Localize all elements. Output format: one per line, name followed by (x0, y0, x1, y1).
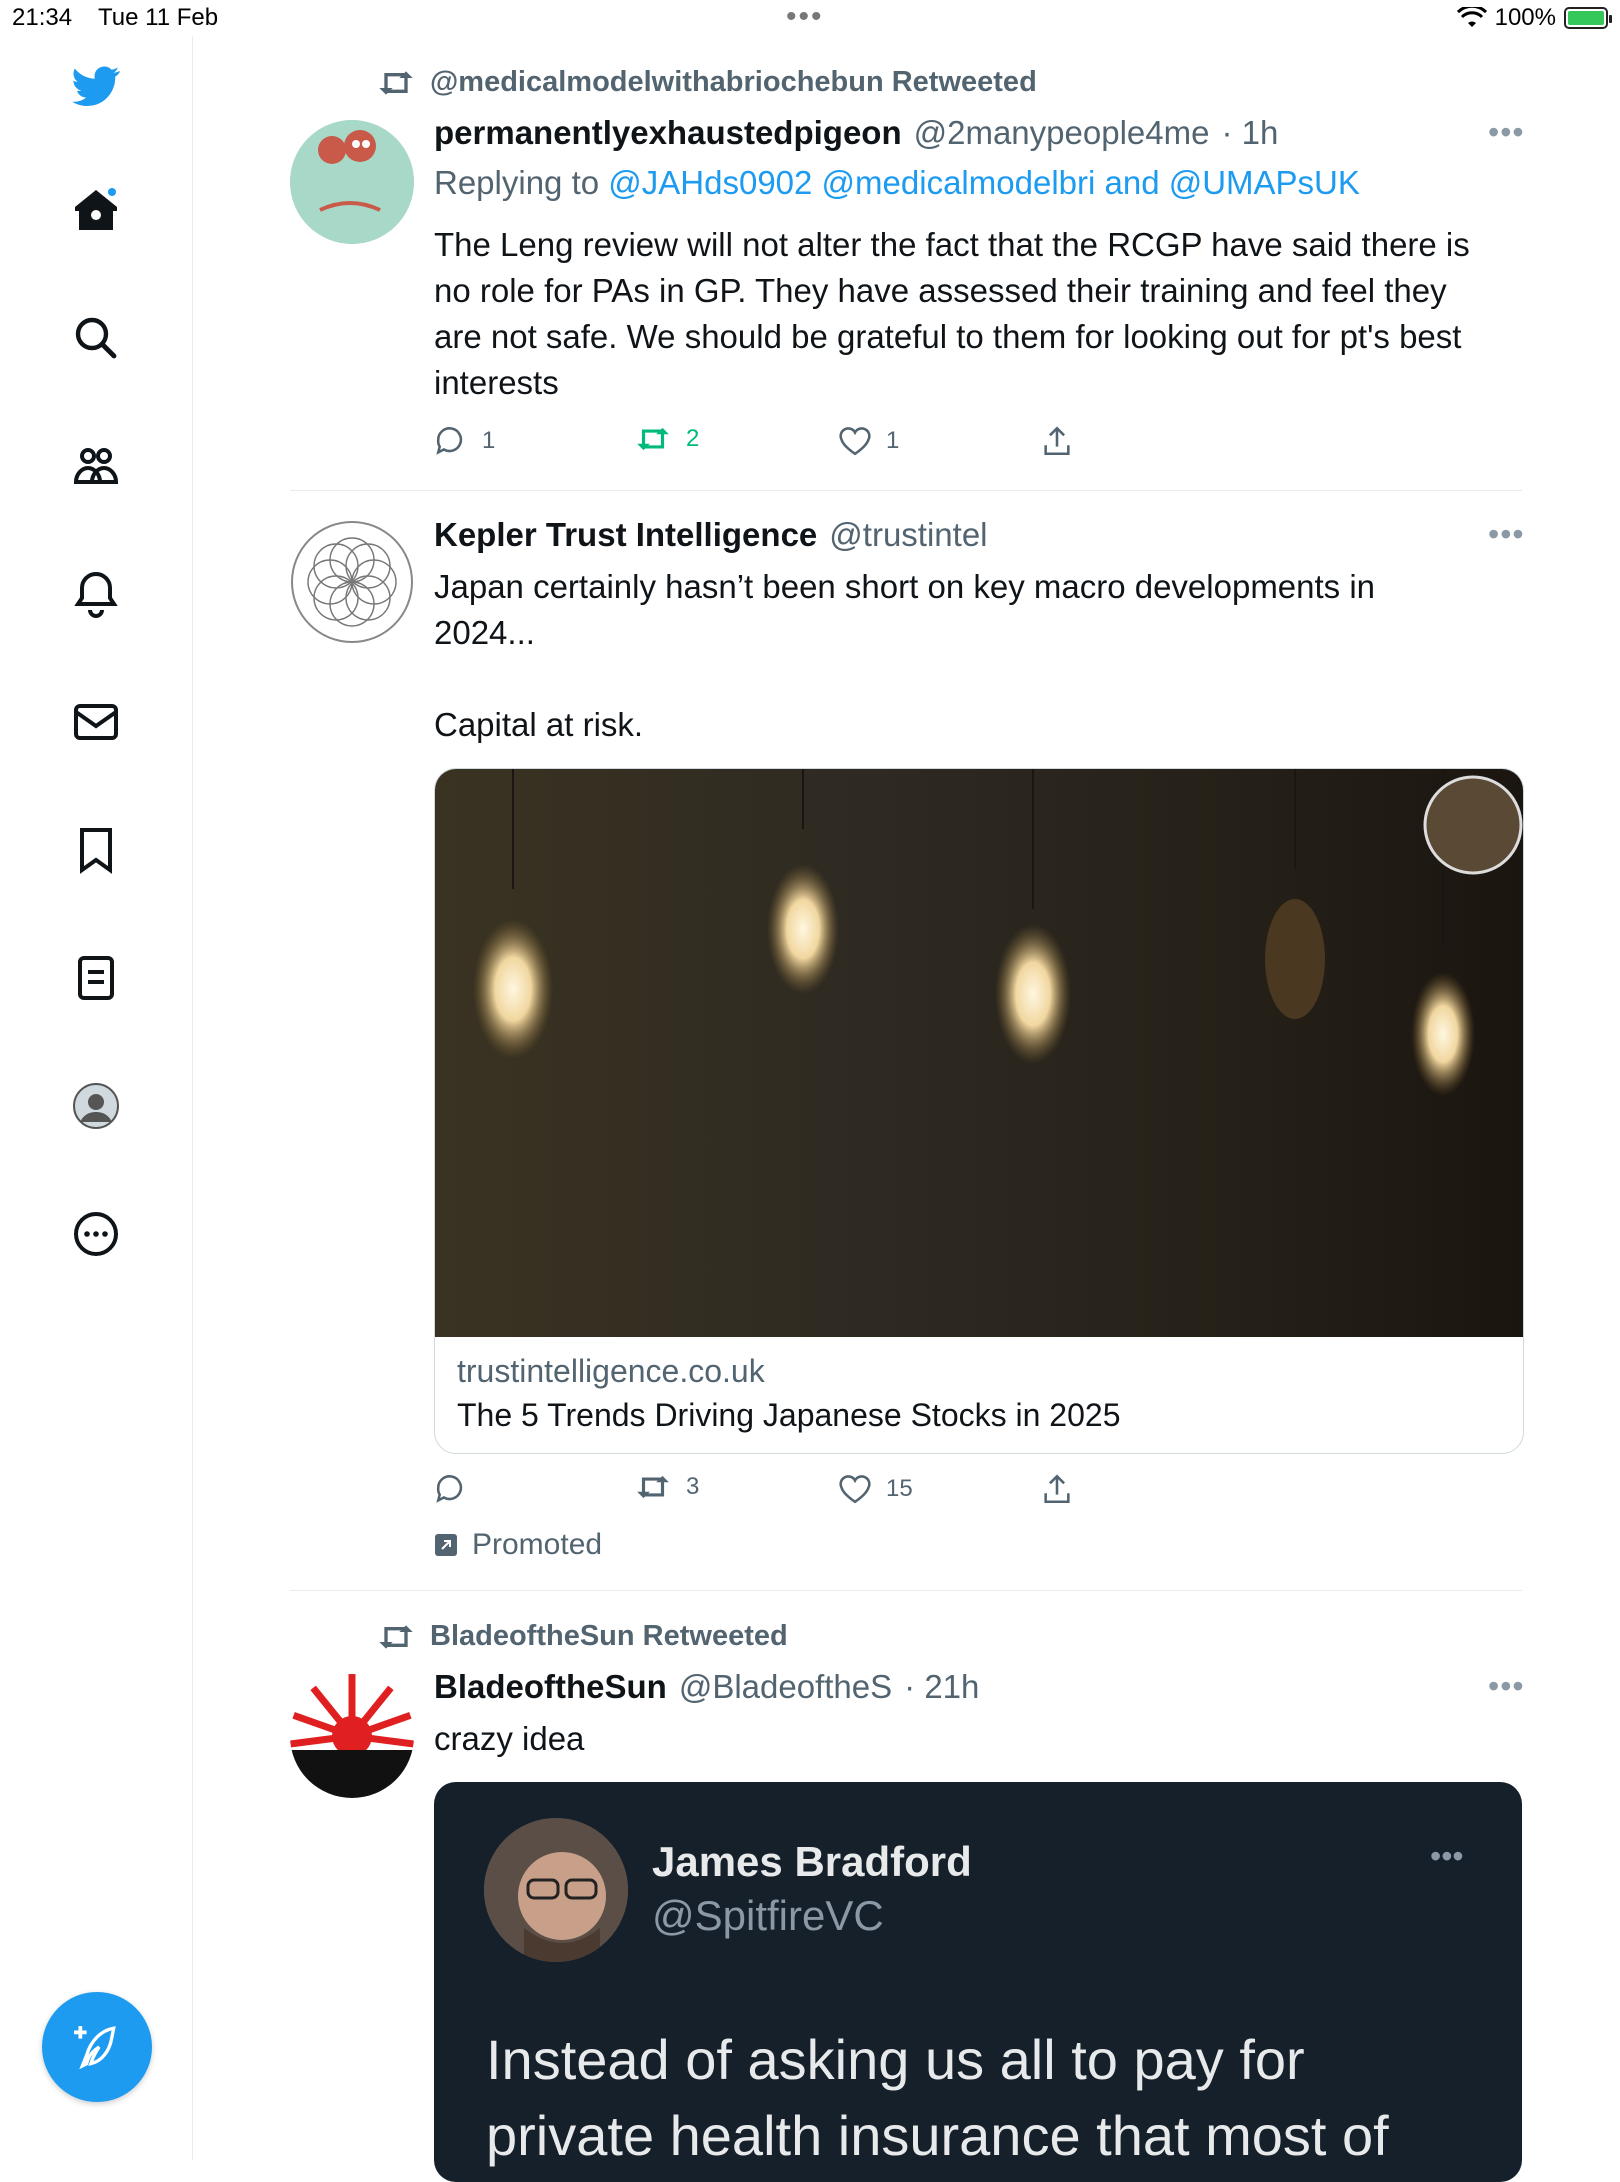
sidebar-nav (0, 36, 193, 2160)
divider (290, 1590, 1522, 1591)
tweet-header: permanentlyexhaustedpigeon @2manypeople4… (434, 114, 1278, 152)
retweet-icon (637, 427, 669, 451)
author-handle[interactable]: @trustintel (829, 516, 987, 554)
promoted-icon (435, 1534, 457, 1556)
quoted-text-line: Instead of asking us all to pay for (486, 2028, 1305, 2091)
bookmarks-icon[interactable] (68, 822, 124, 878)
tweet-text-line: interests (434, 364, 559, 401)
author-handle[interactable]: @2manypeople4me (914, 114, 1210, 152)
profile-icon[interactable] (68, 1078, 124, 1134)
quoted-author-name: James Bradford (652, 1838, 972, 1885)
retweet-count: 3 (686, 1473, 700, 1500)
retweet-icon (379, 1624, 413, 1649)
multitasking-dots-icon[interactable]: ••• (786, 0, 824, 34)
avatar[interactable] (290, 120, 414, 244)
share-button[interactable] (1040, 1472, 1074, 1506)
author-name[interactable]: BladeoftheSun (434, 1668, 667, 1706)
retweet-context-text[interactable]: BladeoftheSun Retweeted (430, 1620, 788, 1653)
retweet-button[interactable]: 2 (634, 424, 699, 454)
quoted-avatar (484, 1818, 628, 1962)
status-time: 21:34 (12, 4, 73, 31)
tweet-header: Kepler Trust Intelligence @trustintel (434, 516, 988, 554)
notifications-icon[interactable] (68, 566, 124, 622)
retweet-context-text[interactable]: @medicalmodelwithabriochebun Retweeted (430, 66, 1037, 99)
home-icon[interactable] (68, 182, 124, 238)
heart-icon (839, 427, 871, 456)
retweet-context: @medicalmodelwithabriochebun Retweeted (376, 66, 1037, 99)
retweet-icon (379, 70, 413, 95)
author-name[interactable]: Kepler Trust Intelligence (434, 516, 817, 554)
messages-icon[interactable] (68, 694, 124, 750)
promoted-text: Promoted (472, 1528, 603, 1561)
tweet-text-line: no role for PAs in GP. They have assesse… (434, 272, 1447, 309)
status-indicators: 100% (1456, 4, 1612, 32)
wifi-icon (1456, 7, 1487, 27)
card-domain: trustintelligence.co.uk (457, 1353, 765, 1389)
reply-context: Replying to @JAHds0902 @medicalmodelbri … (434, 164, 1360, 202)
more-options-icon[interactable]: ••• (1488, 1668, 1525, 1705)
like-count: 1 (886, 427, 900, 454)
divider (290, 490, 1522, 491)
avatar[interactable] (290, 1674, 414, 1798)
quoted-more-icon: ••• (1430, 1838, 1464, 1874)
promoted-label: Promoted (434, 1528, 602, 1562)
retweet-context: BladeoftheSun Retweeted (376, 1620, 788, 1653)
status-date: Tue 11 Feb (98, 4, 219, 31)
tweet-text-line: Capital at risk. (434, 706, 644, 743)
tweet-text-line: are not safe. We should be grateful to t… (434, 318, 1462, 355)
retweet-button[interactable]: 3 (634, 1472, 699, 1502)
tweet-time: · 1h (1221, 114, 1279, 151)
reply-button[interactable] (434, 1472, 482, 1506)
author-name[interactable]: permanentlyexhaustedpigeon (434, 114, 902, 152)
retweet-count: 2 (686, 425, 700, 452)
card-title: The 5 Trends Driving Japanese Stocks in … (457, 1397, 1121, 1433)
lists-icon[interactable] (68, 950, 124, 1006)
tweet-text-line: 2024... (434, 614, 535, 651)
like-count: 15 (886, 1475, 913, 1502)
author-handle[interactable]: @BladeoftheS (679, 1668, 892, 1706)
tweet-text: The Leng review will not alter the fact … (434, 222, 1524, 406)
quoted-author-handle: @SpitfireVC (652, 1892, 884, 1939)
communities-icon[interactable] (68, 438, 124, 494)
battery-icon (1564, 7, 1612, 29)
battery-percent: 100% (1494, 4, 1556, 31)
link-card[interactable]: trustintelligence.co.uk The 5 Trends Dri… (434, 768, 1524, 1454)
reply-mentions[interactable]: @JAHds0902 @medicalmodelbri and @UMAPsUK (608, 164, 1360, 201)
share-icon (1044, 426, 1070, 456)
reply-count: 1 (482, 427, 496, 454)
share-icon (1044, 1474, 1070, 1504)
quoted-tweet-text: Instead of asking us all to pay for priv… (486, 2022, 1389, 2174)
tweet-text: Japan certainly hasn’t been short on key… (434, 564, 1524, 748)
like-button[interactable]: 1 (838, 424, 899, 458)
tweet-text: crazy idea (434, 1720, 585, 1757)
avatar[interactable] (290, 520, 414, 644)
twitter-logo-icon[interactable] (68, 58, 124, 114)
card-image (435, 769, 1523, 1337)
reply-prefix: Replying to (434, 164, 600, 201)
heart-icon (839, 1475, 871, 1504)
tweet-time: · 21h (904, 1668, 980, 1705)
retweet-icon (637, 1475, 669, 1499)
reply-icon (436, 427, 463, 455)
quoted-text-line: private health insurance that most of (486, 2104, 1389, 2167)
more-icon[interactable] (68, 1206, 124, 1262)
compose-icon (74, 2026, 116, 2070)
more-options-icon[interactable]: ••• (1488, 516, 1525, 553)
tweet-text-line: Japan certainly hasn’t been short on key… (434, 568, 1376, 605)
quoted-tweet-image[interactable]: James Bradford @SpitfireVC ••• Instead o… (434, 1782, 1522, 2182)
tweet-text-line: The Leng review will not alter the fact … (434, 226, 1470, 263)
tweet-header: BladeoftheSun @BladeoftheS · 21h (434, 1668, 979, 1706)
search-icon[interactable] (68, 310, 124, 366)
like-button[interactable]: 15 (838, 1472, 913, 1506)
share-button[interactable] (1040, 424, 1074, 458)
more-options-icon[interactable]: ••• (1488, 114, 1525, 151)
reply-button[interactable]: 1 (434, 424, 495, 458)
reply-icon (436, 1475, 463, 1503)
compose-button[interactable] (42, 1992, 152, 2102)
